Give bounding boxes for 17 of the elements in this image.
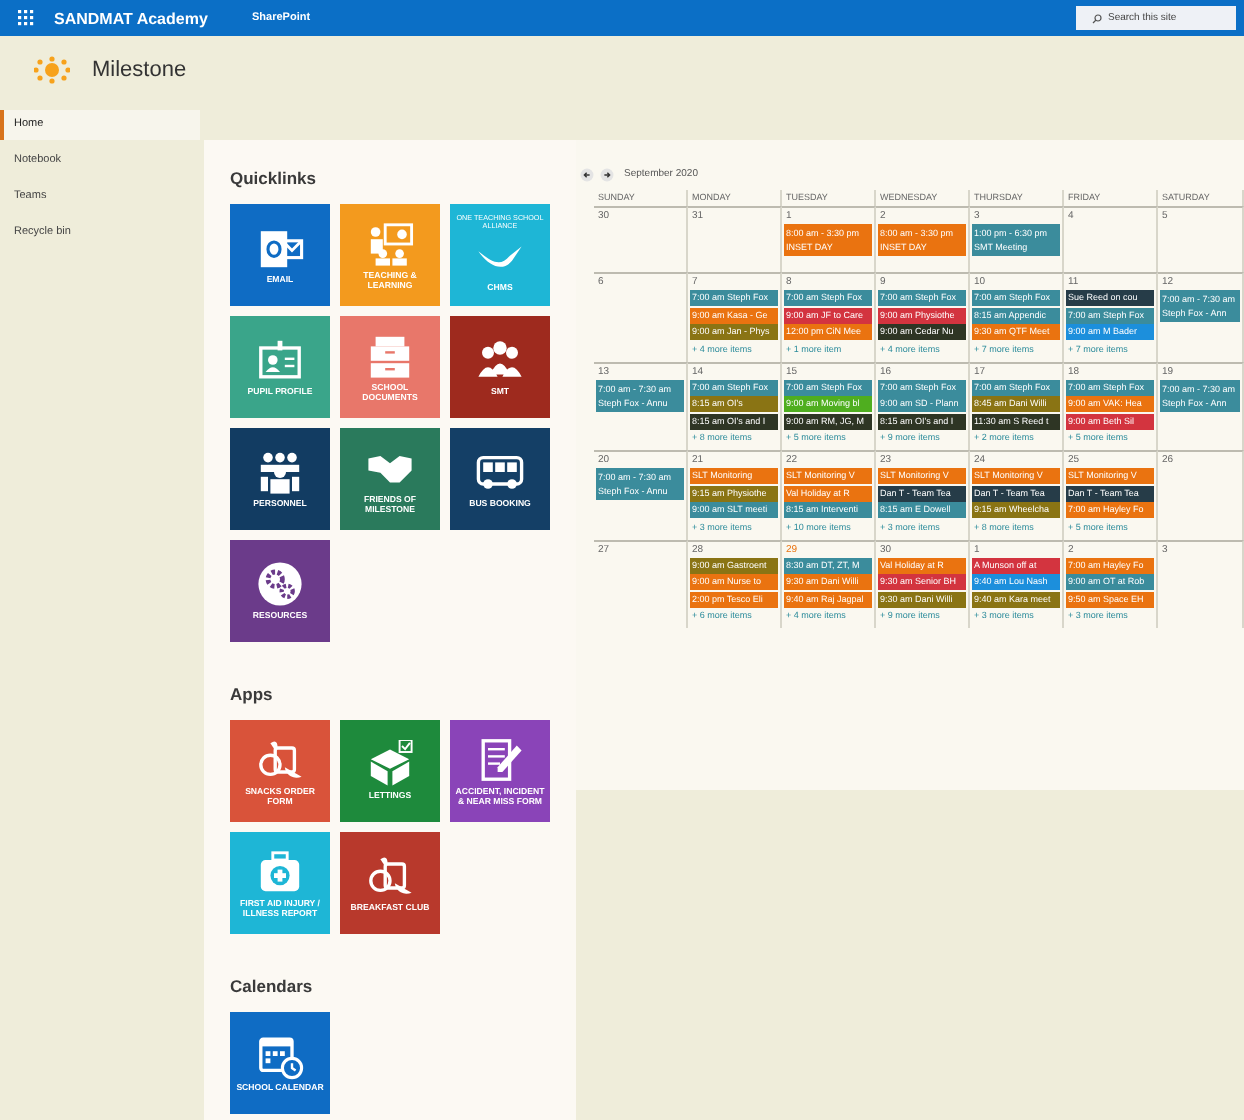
group-icon — [256, 448, 304, 497]
site-logo — [34, 56, 70, 84]
app-launcher-icon[interactable] — [18, 10, 34, 26]
gears-icon — [256, 560, 304, 609]
box-icon — [366, 740, 414, 789]
section-heading: Quicklinks — [230, 168, 318, 188]
next-arrow-icon[interactable] — [600, 167, 614, 181]
drawer-icon — [366, 331, 414, 380]
section-heading: Apps — [230, 684, 275, 704]
site-name[interactable]: SANDMAT Academy — [54, 9, 252, 27]
previous-arrow-icon[interactable] — [580, 167, 594, 181]
presentation-icon — [366, 219, 414, 268]
site-title: Milestone — [92, 58, 187, 82]
section-heading: Calendars — [230, 976, 315, 996]
clipboard-icon — [476, 735, 524, 784]
first-aid-kit-icon — [256, 847, 304, 896]
calendar-icon — [256, 1032, 304, 1081]
